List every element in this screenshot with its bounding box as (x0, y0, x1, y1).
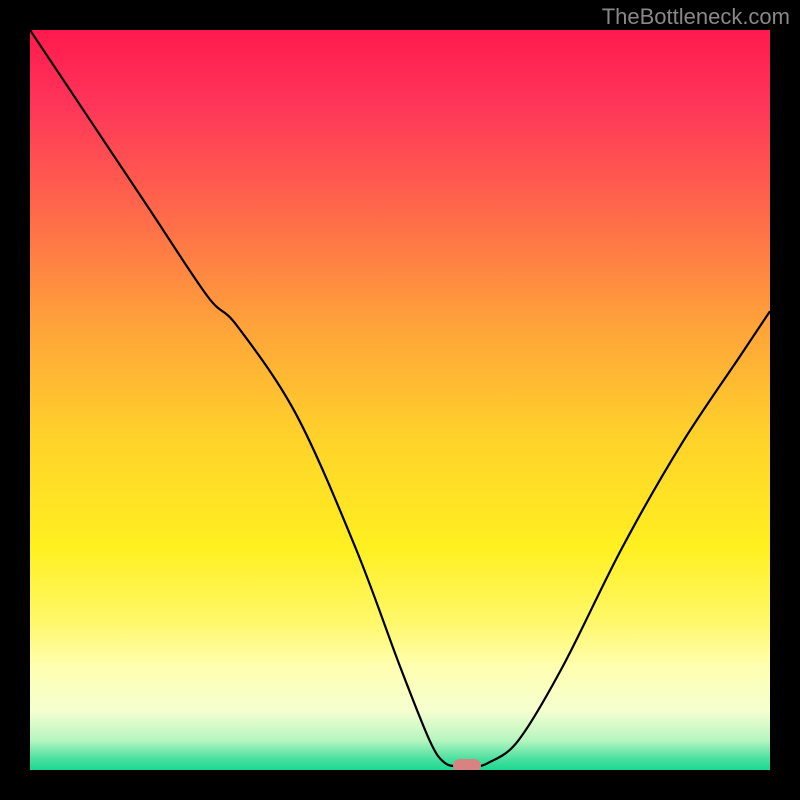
watermark-text: TheBottleneck.com (602, 4, 790, 30)
chart-plot-area (30, 30, 770, 770)
chart-optimal-marker (453, 759, 481, 770)
chart-curve (30, 30, 770, 770)
